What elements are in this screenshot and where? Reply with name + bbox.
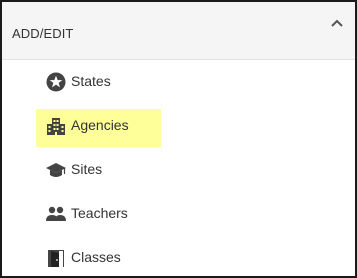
door-icon — [45, 247, 67, 269]
menu-item-agencies[interactable]: Agencies — [2, 104, 355, 148]
people-icon — [45, 203, 67, 225]
menu-item-label: Sites — [71, 161, 103, 177]
panel-title: ADD/EDIT — [12, 26, 74, 41]
menu-item-sites[interactable]: Sites — [2, 148, 355, 192]
panel-header[interactable]: ADD/EDIT — [2, 2, 355, 60]
graduation-cap-icon — [45, 159, 67, 181]
menu-item-classes[interactable]: Classes — [2, 236, 355, 276]
building-icon — [45, 115, 67, 137]
menu-item-label: Teachers — [71, 205, 128, 221]
menu-item-label: Classes — [71, 249, 121, 265]
menu-item-label: States — [71, 73, 111, 89]
chevron-up-icon[interactable] — [329, 15, 345, 31]
star-circle-icon — [45, 71, 67, 93]
menu-item-teachers[interactable]: Teachers — [2, 192, 355, 236]
menu-item-states[interactable]: States — [2, 60, 355, 104]
add-edit-panel: ADD/EDIT States Agencies Sites Teachers … — [0, 0, 357, 278]
menu-item-label: Agencies — [71, 117, 129, 133]
